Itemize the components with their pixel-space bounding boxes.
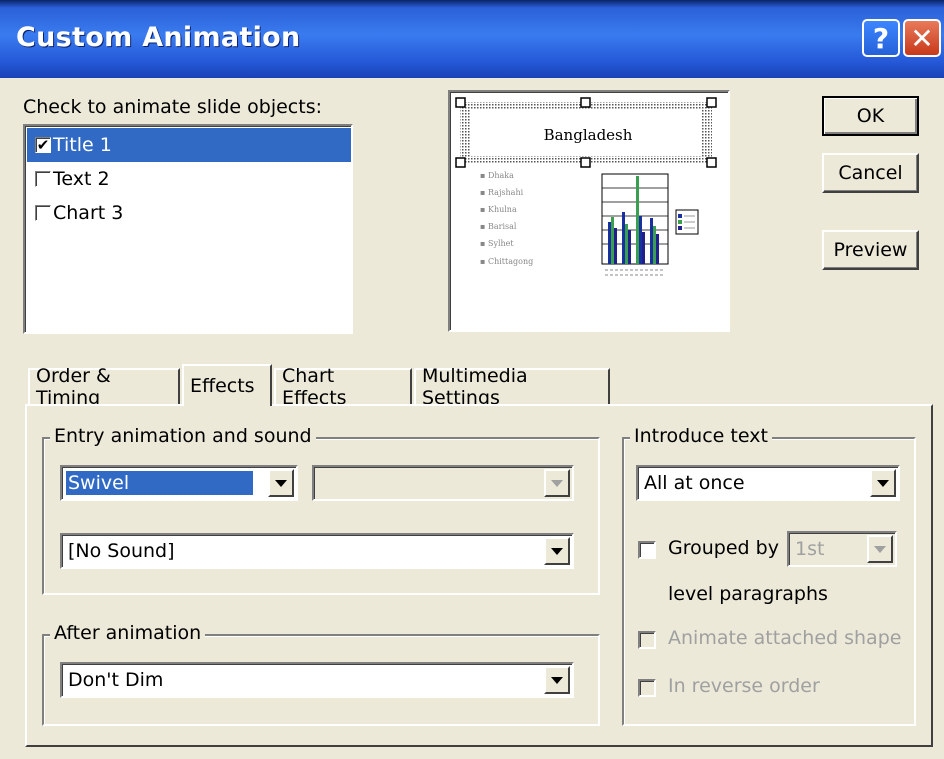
introduce-text-label: Introduce text (630, 425, 772, 447)
effects-tab-panel: Entry animation and sound Swivel [No Sou… (25, 404, 933, 747)
entry-animation-group: Entry animation and sound Swivel [No Sou… (42, 425, 600, 595)
reverse-order-label: In reverse order (668, 675, 820, 697)
list-item-chart-3[interactable]: Chart 3 (27, 196, 351, 230)
chevron-down-icon[interactable] (544, 537, 570, 565)
chevron-down-icon[interactable] (544, 666, 570, 694)
chevron-down-icon (867, 535, 893, 563)
list-item-label: Text 2 (53, 168, 110, 190)
bullet-chittagong: ▪ Chittagong (480, 257, 533, 266)
title-1-checkbox[interactable]: ✔ (35, 137, 51, 153)
introduce-text-value: All at once (644, 472, 745, 494)
animate-attached-shape-checkbox (638, 631, 656, 649)
slide-bullets: ▪ Dhaka ▪ Rajshahi ▪ Khulna ▪ Barisal ▪ … (480, 171, 533, 266)
help-button[interactable]: ? (862, 19, 900, 57)
chevron-down-icon (544, 469, 570, 497)
close-button[interactable]: ✕ (903, 19, 941, 57)
after-animation-label: After animation (50, 622, 206, 644)
custom-animation-dialog: Custom Animation ? ✕ Check to animate sl… (0, 0, 944, 759)
slide-chart-thumbnail (601, 173, 699, 276)
slide-preview: Bangladesh ▪ Dhaka ▪ Rajshahi ▪ Khulna ▪… (448, 90, 730, 332)
reverse-order-checkbox (638, 679, 656, 697)
window-title: Custom Animation (16, 22, 301, 53)
entry-animation-label: Entry animation and sound (50, 425, 316, 447)
grouped-by-level-value: 1st (795, 538, 825, 560)
after-animation-group: After animation Don't Dim (42, 622, 600, 726)
preview-button[interactable]: Preview (822, 230, 919, 270)
chevron-down-icon[interactable] (870, 469, 896, 497)
introduce-text-group: Introduce text All at once Grouped by 1s… (622, 425, 916, 726)
level-paragraphs-label: level paragraphs (668, 583, 828, 605)
entry-sound-value: [No Sound] (68, 540, 175, 562)
grouped-by-level-select: 1st (787, 531, 897, 567)
text-2-checkbox[interactable] (35, 171, 51, 187)
tab-chart-effects[interactable]: Chart Effects (274, 365, 412, 409)
animate-attached-shape-label: Animate attached shape (668, 627, 902, 649)
slide-title-text: Bangladesh (544, 126, 633, 144)
help-icon: ? (872, 21, 890, 55)
introduce-text-select[interactable]: All at once (636, 465, 900, 501)
list-item-label: Chart 3 (53, 202, 124, 224)
entry-effect-select[interactable]: Swivel (60, 465, 298, 501)
bullet-dhaka: ▪ Dhaka (480, 171, 514, 180)
bullet-rajshahi: ▪ Rajshahi (480, 188, 524, 197)
slide-objects-list[interactable]: ✔ Title 1 Text 2 Chart 3 (23, 124, 353, 334)
chevron-down-icon[interactable] (268, 469, 294, 497)
bullet-barisal: ▪ Barisal (480, 222, 517, 231)
grouped-by-checkbox[interactable] (638, 541, 656, 559)
bullet-sylhet: ▪ Sylhet (480, 239, 514, 248)
ok-button[interactable]: OK (822, 96, 919, 136)
slide-thumbnail: Bangladesh ▪ Dhaka ▪ Rajshahi ▪ Khulna ▪… (455, 97, 717, 276)
list-item-title-1[interactable]: ✔ Title 1 (27, 128, 351, 162)
entry-effect-value: Swivel (66, 471, 253, 495)
tab-multimedia-settings[interactable]: Multimedia Settings (414, 365, 610, 409)
tab-order-timing[interactable]: Order & Timing (28, 365, 180, 409)
entry-direction-value (318, 471, 322, 495)
close-icon: ✕ (910, 21, 934, 55)
chart-3-checkbox[interactable] (35, 205, 51, 221)
list-item-text-2[interactable]: Text 2 (27, 162, 351, 196)
after-animation-select[interactable]: Don't Dim (60, 662, 574, 698)
title-bar[interactable]: Custom Animation ? ✕ (0, 0, 944, 78)
objects-label: Check to animate slide objects: (23, 96, 322, 118)
list-item-label: Title 1 (53, 134, 112, 156)
after-animation-value: Don't Dim (68, 669, 164, 691)
entry-sound-select[interactable]: [No Sound] (60, 533, 574, 569)
bullet-khulna: ▪ Khulna (480, 205, 517, 214)
tab-effects[interactable]: Effects (182, 364, 272, 406)
grouped-by-label: Grouped by (668, 537, 779, 559)
cancel-button[interactable]: Cancel (822, 153, 919, 193)
entry-direction-select (312, 465, 574, 501)
